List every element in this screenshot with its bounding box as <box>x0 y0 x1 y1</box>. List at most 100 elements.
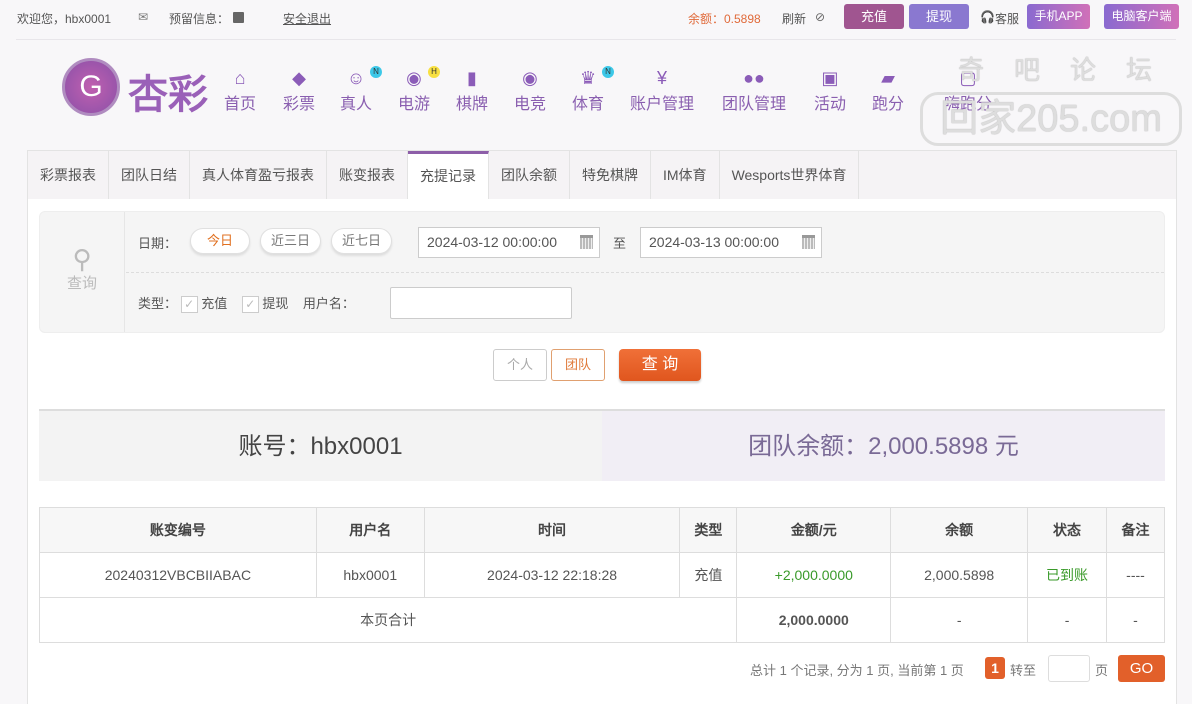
date-label: 日期： <box>138 236 178 251</box>
nav-label: 体育 <box>572 96 605 113</box>
nav-item[interactable]: ¥ 账户管理 <box>630 66 694 114</box>
rhino-icon: ▰ <box>881 68 895 88</box>
nav-item[interactable]: ☺ N 真人 <box>340 66 383 114</box>
nav-badge: H <box>428 66 441 78</box>
three-days-button[interactable]: 近三日 <box>260 228 321 254</box>
nav-item[interactable]: ▰ 跑分 <box>872 66 904 114</box>
nav-badge: N <box>370 66 383 78</box>
recharge-button[interactable]: 充值 <box>844 4 904 29</box>
page-label: 页 <box>1095 663 1109 678</box>
calendar-icon[interactable] <box>802 235 815 249</box>
nav-label: 电游 <box>398 96 431 113</box>
nav-label: 账户管理 <box>630 96 695 113</box>
dealer-icon: ☺ <box>346 68 366 88</box>
column-header: 状态 <box>1027 507 1107 553</box>
tab[interactable]: 团队日结 <box>109 151 190 199</box>
nav-item[interactable]: ♛ N 体育 <box>572 66 615 114</box>
tab[interactable]: 真人体育盈亏报表 <box>190 151 327 199</box>
total-balance: - <box>890 597 1029 643</box>
nav-item[interactable]: ▣ 活动 <box>814 66 846 114</box>
table-row: 20240312VBCBIIABAC hbx0001 2024-03-12 22:1… <box>39 552 1166 598</box>
watermark: 奇吧论坛 回家205.com <box>918 50 1188 150</box>
table-cell: ---- <box>1105 552 1166 598</box>
nav-item[interactable]: ●● 团队管理 <box>722 66 786 114</box>
gift-icon: ▣ <box>821 68 839 88</box>
page-input[interactable] <box>1048 655 1090 682</box>
table-cell: 2024-03-12 22:18:28 <box>423 552 681 598</box>
personal-button[interactable]: 个人 <box>493 349 547 381</box>
start-date-input[interactable]: 2024-03-12 00:00:00 <box>418 227 600 258</box>
tab[interactable]: 特免棋牌 <box>570 151 651 199</box>
edit-icon[interactable] <box>233 12 244 23</box>
calendar-icon[interactable] <box>580 235 593 249</box>
team-button[interactable]: 团队 <box>551 349 605 381</box>
ticket-icon: ◆ <box>292 68 306 88</box>
table-cell: 2,000.5898 <box>890 552 1029 598</box>
nav-label: 首页 <box>224 96 257 113</box>
go-button[interactable]: GO <box>1118 655 1165 682</box>
nav-label: 棋牌 <box>456 96 489 113</box>
logout-link[interactable]: 安全退出 <box>283 10 331 27</box>
today-button[interactable]: 今日 <box>190 228 250 254</box>
withdraw-checkbox-label: 提现 <box>262 296 289 311</box>
nav-item[interactable]: ◉ H 电游 <box>398 66 441 114</box>
tab[interactable]: IM体育 <box>651 151 720 199</box>
total-row: 本页合计 2,000.0000 - - - <box>38 597 1166 643</box>
nav-label: 活动 <box>814 96 847 113</box>
tab[interactable]: 充提记录 <box>408 151 489 199</box>
column-header: 时间 <box>423 507 681 553</box>
goto-label: 转至 <box>1010 663 1037 678</box>
nav-item[interactable]: ▮ 棋牌 <box>456 66 488 114</box>
service-link[interactable]: 客服 <box>995 10 1019 27</box>
records-table: 账变编号 用户名 时间 类型 金额/元 余额 状态 备注 20240312VBCBIIABAC… <box>38 507 1166 643</box>
reserved-info-label: 预留信息： <box>169 12 230 26</box>
nav-item[interactable]: ⌂ 首页 <box>224 66 256 114</box>
mail-icon[interactable]: ✉ <box>138 10 148 24</box>
eye-off-icon[interactable]: ⊘ <box>815 10 825 24</box>
withdraw-button[interactable]: 提现 <box>909 4 969 29</box>
column-header: 备注 <box>1105 507 1166 553</box>
tab[interactable]: Wesports世界体育 <box>720 151 860 199</box>
nav-label: 跑分 <box>872 96 905 113</box>
gamepad-icon: ◉ <box>406 68 422 88</box>
column-header: 用户名 <box>315 507 425 553</box>
account-name: 账号：hbx0001 <box>39 411 602 481</box>
refresh-link[interactable]: 刷新 <box>782 10 806 27</box>
team-icon: ●● <box>743 68 765 88</box>
nav-label: 电竞 <box>514 96 547 113</box>
total-amount: 2,000.0000 <box>736 597 892 643</box>
column-header: 金额/元 <box>736 507 892 553</box>
table-cell: 20240312VBCBIIABAC <box>39 552 317 598</box>
nav-label: 团队管理 <box>722 96 787 113</box>
page-1-button[interactable]: 1 <box>985 657 1005 679</box>
nav-label: 真人 <box>340 96 373 113</box>
report-tabs: 彩票报表 团队日结 真人体育盈亏报表 账变报表 充提记录 团队余额 特免棋牌 IM体育 Wesp… <box>27 150 1177 200</box>
type-label: 类型： <box>138 296 178 311</box>
divider <box>16 39 1176 40</box>
tab[interactable]: 彩票报表 <box>28 151 109 199</box>
account-summary: 账号：hbx0001 团队余额：2,000.5898 元 <box>39 409 1165 481</box>
team-balance: 团队余额：2,000.5898 元 <box>602 411 1165 481</box>
to-label: 至 <box>613 236 627 251</box>
username-input[interactable] <box>390 287 572 319</box>
recharge-checkbox[interactable]: ✓ <box>180 296 198 314</box>
tab[interactable]: 团队余额 <box>489 151 570 199</box>
recharge-checkbox-label: 充值 <box>201 296 228 311</box>
query-button[interactable]: 查 询 <box>619 349 701 381</box>
pagination-summary: 总计 1 个记录, 分为 1 页, 当前第 1 页 <box>750 663 964 678</box>
nav-item[interactable]: ◆ 彩票 <box>283 66 315 114</box>
table-cell: +2,000.0000 <box>736 552 892 598</box>
nav-item[interactable]: ◉ 电竞 <box>514 66 546 114</box>
end-date-input[interactable]: 2024-03-13 00:00:00 <box>640 227 822 258</box>
cards-icon: ▮ <box>467 68 477 88</box>
withdraw-checkbox[interactable]: ✓ <box>241 296 259 314</box>
seven-days-button[interactable]: 近七日 <box>331 228 392 254</box>
welcome-text: 欢迎您，hbx0001 <box>17 12 112 26</box>
tab[interactable]: 账变报表 <box>327 151 408 199</box>
column-header: 余额 <box>890 507 1029 553</box>
query-side: ⚲ 查询 <box>40 212 125 332</box>
pc-client-button[interactable]: 电脑客户端 <box>1104 4 1179 29</box>
mobile-app-button[interactable]: 手机APP <box>1027 4 1090 29</box>
top-bar: 欢迎您，hbx0001 ✉ 预留信息： 安全退出 余额：0.5898 刷新 ⊘ … <box>0 0 1192 38</box>
search-icon: ⚲ <box>72 244 92 274</box>
